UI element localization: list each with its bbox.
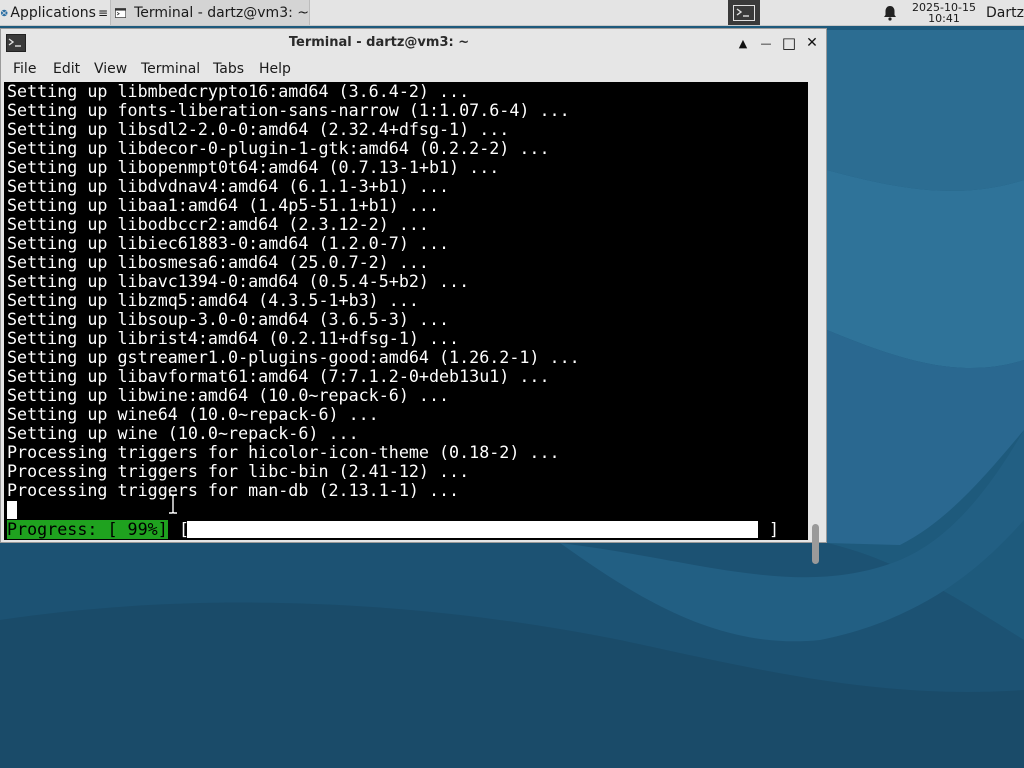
terminal-line: Processing triggers for hicolor-icon-the… (7, 442, 560, 462)
menu-view[interactable]: View (90, 57, 131, 81)
terminal-line: Setting up librist4:amd64 (0.2.11+dfsg-1… (7, 328, 460, 348)
terminal-window: Terminal - dartz@vm3: ~ ▲ — □ ✕ File Edi… (0, 28, 827, 564)
terminal-line: Setting up libopenmpt0t64:amd64 (0.7.13-… (7, 157, 500, 177)
menubar: File Edit View Terminal Tabs Help (1, 57, 826, 81)
terminal-line: Processing triggers for libc-bin (2.41-1… (7, 461, 470, 481)
clock[interactable]: 2025-10-15 10:41 (906, 0, 982, 25)
terminal-line: Setting up libodbccr2:amd64 (2.3.12-2) .… (7, 214, 429, 234)
terminal-line: Setting up wine (10.0~repack-6) ... (7, 423, 359, 443)
terminal-line: Setting up libsoup-3.0-0:amd64 (3.6.5-3)… (7, 309, 450, 329)
workspace-switcher[interactable] (728, 0, 760, 25)
progress-bracket-close: ] (769, 519, 780, 539)
terminal-line: Setting up libwine:amd64 (10.0~repack-6)… (7, 385, 450, 405)
maximize-button[interactable]: □ (779, 33, 799, 53)
menu-edit[interactable]: Edit (49, 57, 84, 81)
terminal-line: Setting up wine64 (10.0~repack-6) ... (7, 404, 379, 424)
terminal-line: Setting up libdvdnav4:amd64 (6.1.1-3+b1)… (7, 176, 450, 196)
menu-file[interactable]: File (9, 57, 40, 81)
terminal-line: Setting up fonts-liberation-sans-narrow … (7, 100, 570, 120)
text-cursor-icon (169, 494, 177, 514)
terminal-line: Processing triggers for man-db (2.13.1-1… (7, 480, 460, 500)
top-panel: Applications ≡ Terminal - dartz@vm3: ~ 2… (0, 0, 1024, 26)
xfce-mouse-icon (0, 9, 8, 16)
close-icon: ✕ (806, 35, 818, 51)
scrollbar-thumb[interactable] (812, 524, 819, 564)
close-button[interactable]: ✕ (802, 33, 822, 53)
shade-button[interactable]: ▲ (733, 33, 753, 53)
terminal-line: Setting up gstreamer1.0-plugins-good:amd… (7, 347, 580, 367)
terminal-line: Setting up libavc1394-0:amd64 (0.5.4-5+b… (7, 271, 470, 291)
progress-label: Progress: [ 99%] (7, 519, 168, 539)
bell-icon (884, 5, 896, 21)
user-name-label: Dartz (986, 4, 1024, 21)
terminal-line: Setting up libiec61883-0:amd64 (1.2.0-7)… (7, 233, 450, 253)
terminal-line: Setting up libzmq5:amd64 (4.3.5-1+b3) ..… (7, 290, 419, 310)
progress-row: Progress: [ 99%] [ ] (4, 520, 808, 539)
window-titlebar[interactable]: Terminal - dartz@vm3: ~ ▲ — □ ✕ (1, 29, 826, 57)
minimize-button[interactable]: — (756, 33, 776, 53)
applications-menu-arrow-icon: ≡ (97, 5, 108, 20)
user-menu[interactable]: Dartz (986, 0, 1024, 25)
terminal-output-lines: Setting up libmbedcrypto16:amd64 (3.6.4-… (7, 82, 580, 500)
notifications-button[interactable] (880, 0, 900, 25)
terminal-line: Setting up libosmesa6:amd64 (25.0.7-2) .… (7, 252, 429, 272)
window-title: Terminal - dartz@vm3: ~ (288, 35, 470, 50)
applications-menu-label: Applications (10, 4, 96, 21)
minimize-icon: — (760, 36, 772, 50)
terminal-line: Setting up libsdl2-2.0-0:amd64 (2.32.4+d… (7, 119, 510, 139)
terminal-line: Setting up libavformat61:amd64 (7:7.1.2-… (7, 366, 550, 386)
progress-bar-fill (187, 521, 758, 538)
terminal-line: Setting up libmbedcrypto16:amd64 (3.6.4-… (7, 82, 470, 101)
terminal-cursor (7, 501, 17, 519)
clock-time: 10:41 (928, 11, 960, 25)
terminal-line: Setting up libaa1:amd64 (1.4p5-51.1+b1) … (7, 195, 440, 215)
menu-help[interactable]: Help (255, 57, 295, 81)
terminal-scrollbar[interactable] (808, 82, 826, 564)
terminal-icon (115, 7, 127, 18)
progress-bar (187, 521, 764, 538)
menu-tabs[interactable]: Tabs (209, 57, 248, 81)
desktop: Applications ≡ Terminal - dartz@vm3: ~ 2… (0, 0, 1024, 768)
applications-menu-button[interactable]: Applications ≡ (0, 0, 108, 25)
taskbar-terminal-task[interactable]: Terminal - dartz@vm3: ~ (110, 0, 310, 25)
taskbar-task-label: Terminal - dartz@vm3: ~ (134, 4, 309, 21)
maximize-icon: □ (781, 34, 797, 52)
chevron-up-icon: ▲ (738, 36, 748, 50)
menu-terminal[interactable]: Terminal (137, 57, 204, 81)
terminal-line: Setting up libdecor-0-plugin-1-gtk:amd64… (7, 138, 550, 158)
terminal-icon (733, 4, 755, 21)
clock-date: 2025-10-15 (912, 0, 976, 14)
terminal-output-area[interactable]: Setting up libmbedcrypto16:amd64 (3.6.4-… (4, 82, 808, 540)
